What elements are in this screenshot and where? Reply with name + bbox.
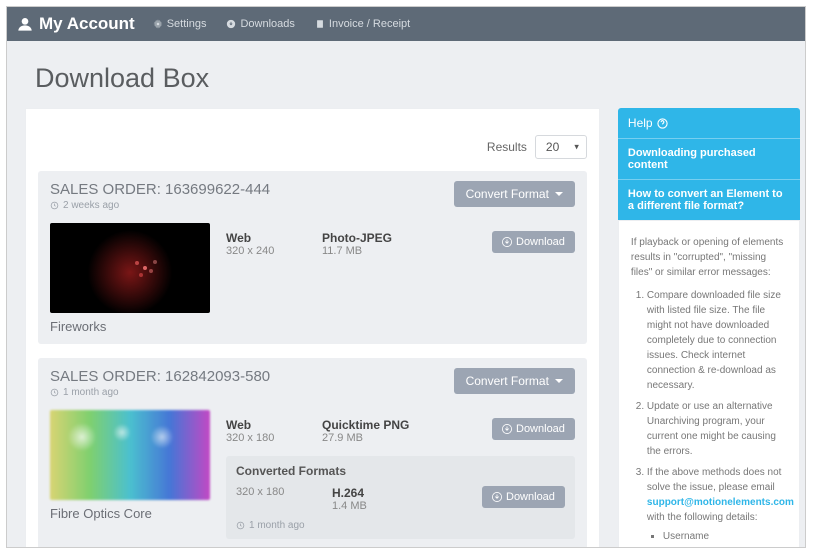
account-title-text: My Account bbox=[39, 14, 135, 34]
main-panel: Results 20 SALES ORDER: 163699622-444 2 … bbox=[25, 108, 600, 548]
convert-format-button[interactable]: Convert Format bbox=[454, 368, 575, 394]
user-icon bbox=[17, 16, 33, 32]
filesize: 27.9 MB bbox=[322, 432, 472, 444]
download-icon bbox=[502, 424, 512, 434]
account-title: My Account bbox=[17, 14, 135, 34]
nav-downloads[interactable]: Downloads bbox=[226, 18, 294, 30]
download-button[interactable]: Download bbox=[492, 231, 575, 253]
download-icon bbox=[492, 492, 502, 502]
download-button[interactable]: Download bbox=[492, 418, 575, 440]
results-row: Results 20 bbox=[38, 135, 587, 159]
codec-label: Quicktime PNG bbox=[322, 418, 472, 432]
help-box: Help Downloading purchased content How t… bbox=[618, 108, 800, 220]
help-header: Help bbox=[618, 108, 800, 139]
support-email-link[interactable]: support@motionelements.com bbox=[647, 497, 794, 508]
navbar: My Account Settings Downloads Invoice / … bbox=[7, 7, 805, 41]
order-block: SALES ORDER: 163699622-444 2 weeks ago C… bbox=[38, 171, 587, 344]
filesize: 11.7 MB bbox=[322, 245, 472, 257]
format-label: Web bbox=[226, 231, 322, 245]
thumbnail-fibre-optics[interactable] bbox=[50, 410, 210, 500]
download-icon bbox=[502, 237, 512, 247]
converted-formats-box: Converted Formats 320 x 180 H.264 1.4 MB bbox=[226, 456, 575, 539]
order-block: SALES ORDER: 162842093-580 1 month ago C… bbox=[38, 358, 587, 548]
thumbnail-name: Fibre Optics Core bbox=[50, 506, 210, 521]
clock-icon bbox=[50, 201, 59, 210]
help-circle-icon bbox=[657, 118, 668, 129]
info-box: If playback or opening of elements resul… bbox=[618, 220, 800, 548]
info-bullet: Username bbox=[663, 529, 787, 544]
converted-time: 1 month ago bbox=[236, 520, 565, 531]
info-intro: If playback or opening of elements resul… bbox=[631, 235, 787, 280]
nav-invoice[interactable]: Invoice / Receipt bbox=[315, 18, 410, 30]
nav-settings[interactable]: Settings bbox=[153, 18, 207, 30]
clock-icon bbox=[236, 521, 245, 530]
codec-label: Photo-JPEG bbox=[322, 231, 472, 245]
order-title: SALES ORDER: 162842093-580 bbox=[50, 368, 270, 385]
download-button[interactable]: Download bbox=[482, 486, 565, 508]
thumbnail-name: Fireworks bbox=[50, 319, 210, 334]
order-time: 2 weeks ago bbox=[50, 200, 270, 211]
info-step-1: Compare downloaded file size with listed… bbox=[647, 288, 787, 393]
gear-icon bbox=[153, 19, 163, 29]
dimensions: 320 x 180 bbox=[236, 486, 332, 498]
clock-icon bbox=[50, 388, 59, 397]
order-time: 1 month ago bbox=[50, 387, 270, 398]
dimensions: 320 x 240 bbox=[226, 245, 322, 257]
download-circle-icon bbox=[226, 19, 236, 29]
download-row: Web 320 x 240 Photo-JPEG 11.7 MB Downloa… bbox=[226, 223, 575, 265]
dimensions: 320 x 180 bbox=[226, 432, 322, 444]
thumbnail-fireworks[interactable] bbox=[50, 223, 210, 313]
download-row: Web 320 x 180 Quicktime PNG 27.9 MB Down… bbox=[226, 410, 575, 452]
help-link-downloading[interactable]: Downloading purchased content bbox=[618, 139, 800, 180]
filesize: 1.4 MB bbox=[332, 500, 482, 512]
page-title: Download Box bbox=[7, 41, 805, 108]
info-step-2: Update or use an alternative Unarchiving… bbox=[647, 399, 787, 459]
sidebar: Help Downloading purchased content How t… bbox=[618, 108, 800, 548]
info-step-3: If the above methods does not solve the … bbox=[647, 465, 787, 548]
help-link-convert[interactable]: How to convert an Element to a different… bbox=[618, 180, 800, 220]
results-label: Results bbox=[487, 140, 527, 154]
order-title: SALES ORDER: 163699622-444 bbox=[50, 181, 270, 198]
results-select[interactable]: 20 bbox=[535, 135, 587, 159]
codec-label: H.264 bbox=[332, 486, 482, 500]
document-icon bbox=[315, 19, 325, 29]
converted-title: Converted Formats bbox=[236, 464, 565, 478]
format-label: Web bbox=[226, 418, 322, 432]
convert-format-button[interactable]: Convert Format bbox=[454, 181, 575, 207]
